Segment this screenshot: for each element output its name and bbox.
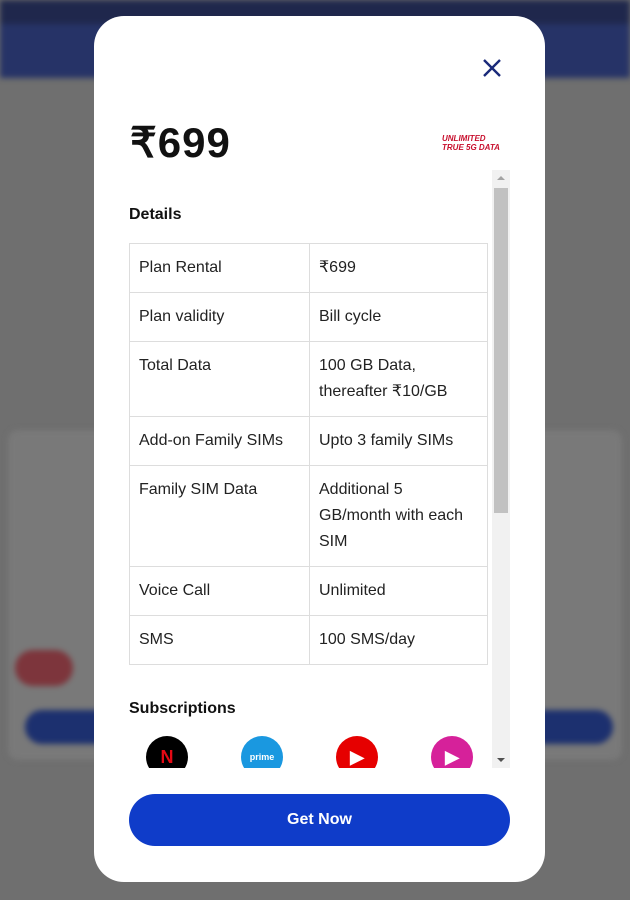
details-heading: Details <box>129 206 182 223</box>
details-label: SMS <box>129 615 310 665</box>
get-now-button[interactable]: Get Now <box>129 794 510 846</box>
details-row: Total Data 100 GB Data, thereafter ₹10/GB <box>129 341 488 417</box>
details-label: Voice Call <box>129 566 310 616</box>
details-label: Family SIM Data <box>129 465 310 567</box>
youtube-icon[interactable]: ▶ <box>336 736 378 768</box>
close-icon[interactable] <box>480 56 504 80</box>
badge-line1: UNLIMITED <box>442 134 486 143</box>
details-table: Plan Rental ₹699 Plan validity Bill cycle To… <box>129 243 488 665</box>
details-label: Plan Rental <box>129 243 310 293</box>
details-value: Bill cycle <box>309 292 488 342</box>
badge-line2: TRUE 5G DATA <box>442 143 500 152</box>
scroll-down-arrow-icon[interactable] <box>497 758 505 762</box>
details-value: Additional 5 GB/month with each SIM <box>309 465 488 567</box>
details-row: Add-on Family SIMs Upto 3 family SIMs <box>129 416 488 466</box>
details-row: Family SIM Data Additional 5 GB/month wit… <box>129 465 488 567</box>
plan-price: ₹699 <box>130 119 231 166</box>
details-value: 100 GB Data, thereafter ₹10/GB <box>309 341 488 417</box>
scrollbar[interactable] <box>492 170 510 768</box>
details-row: Voice Call Unlimited <box>129 566 488 616</box>
details-value: ₹699 <box>309 243 488 293</box>
jiocinema-icon[interactable]: ▶ <box>431 736 473 768</box>
details-value: Unlimited <box>309 566 488 616</box>
plan-details-modal: ₹699 UNLIMITED TRUE 5G DATA Details Plan… <box>94 16 545 882</box>
details-value: 100 SMS/day <box>309 615 488 665</box>
details-value: Upto 3 family SIMs <box>309 416 488 466</box>
scroll-up-arrow-icon[interactable] <box>497 176 505 180</box>
details-scroll-area[interactable]: Details Plan Rental ₹699 Plan validity Bill… <box>128 170 510 768</box>
details-row: Plan Rental ₹699 <box>129 243 488 293</box>
details-label: Total Data <box>129 341 310 417</box>
subscriptions-list: Nprime ▶ ▶ <box>128 736 492 768</box>
details-row: Plan validity Bill cycle <box>129 292 488 342</box>
amazon-prime-icon[interactable]: prime <box>241 736 283 768</box>
unlimited-5g-badge: UNLIMITED TRUE 5G DATA <box>442 134 500 152</box>
details-label: Add-on Family SIMs <box>129 416 310 466</box>
scrollbar-thumb[interactable] <box>494 188 508 513</box>
details-row: SMS 100 SMS/day <box>129 615 488 665</box>
netflix-icon[interactable]: N <box>146 736 188 768</box>
subscriptions-heading: Subscriptions <box>129 700 236 717</box>
details-label: Plan validity <box>129 292 310 342</box>
